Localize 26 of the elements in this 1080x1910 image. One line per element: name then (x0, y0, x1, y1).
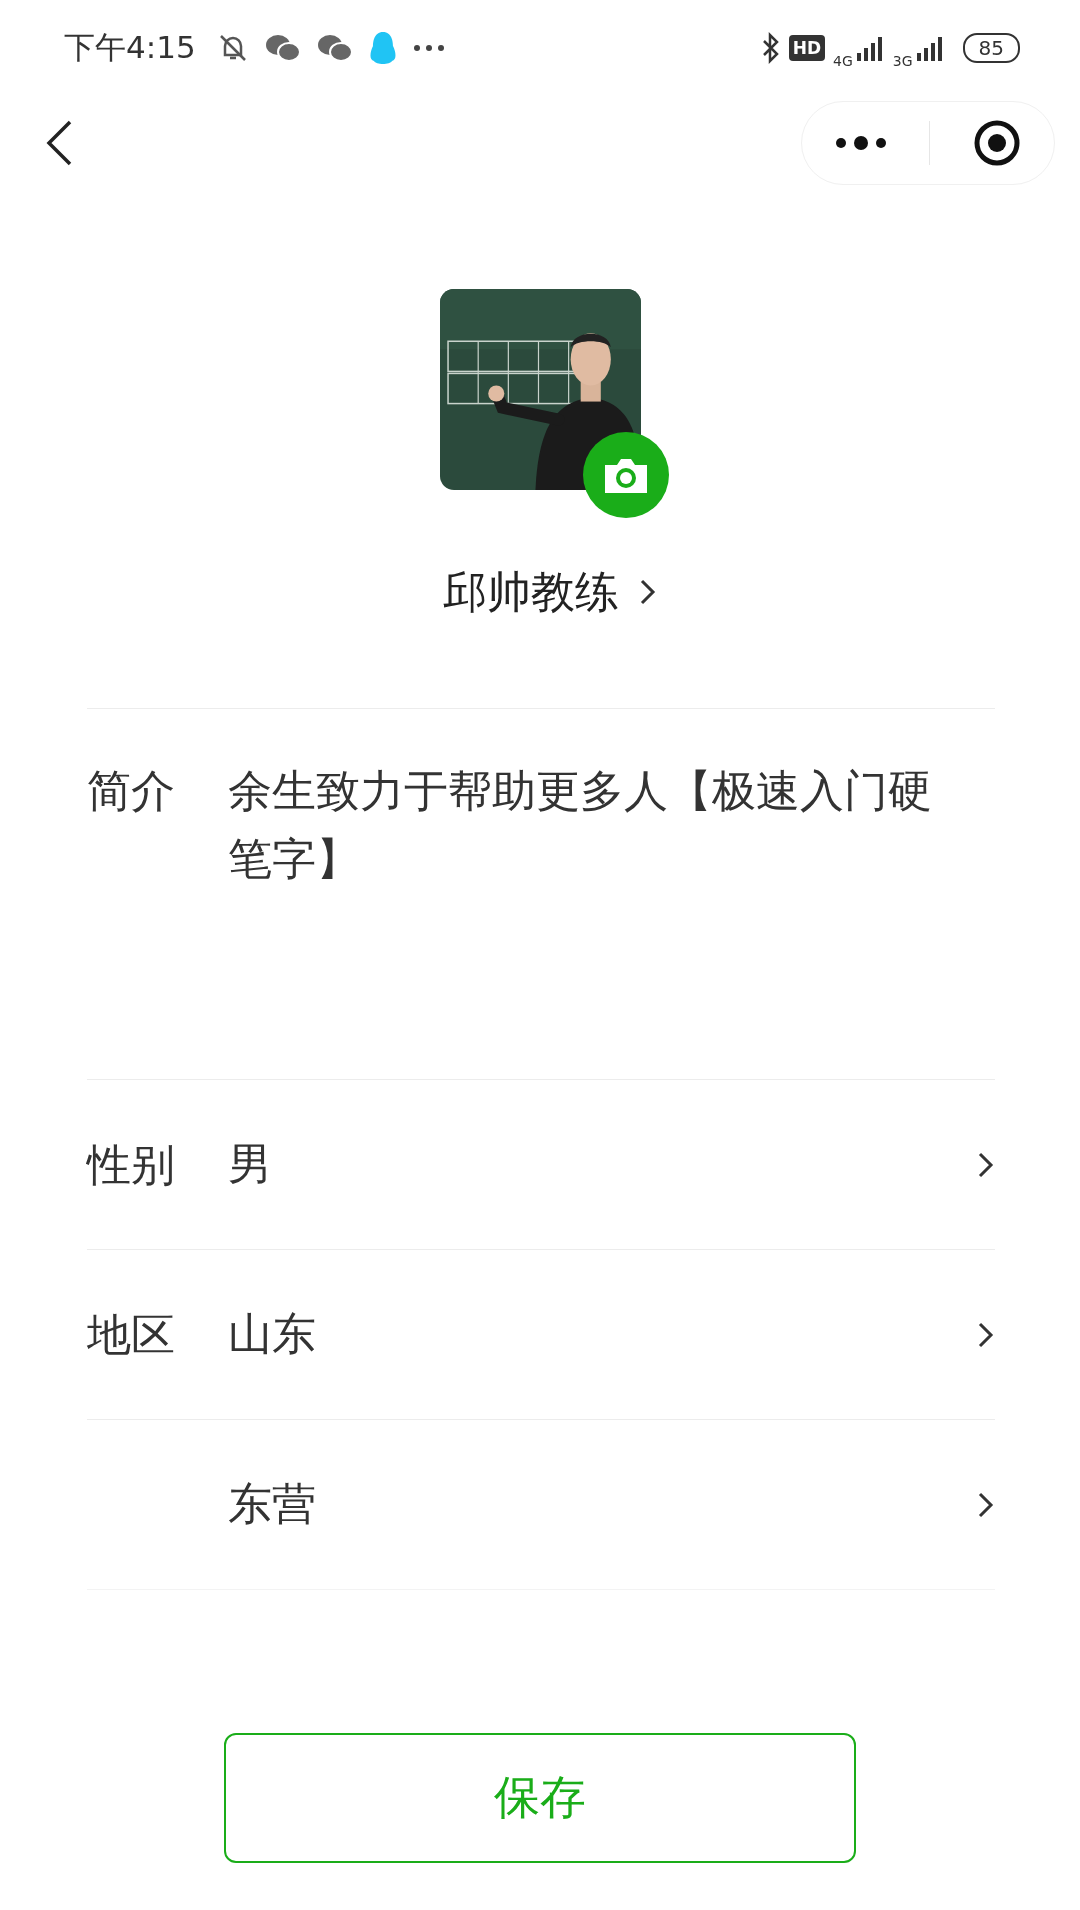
gender-row[interactable]: 性别 男 (87, 1080, 995, 1250)
region-row[interactable]: 地区 山东 (87, 1250, 995, 1420)
chevron-right-icon (977, 1150, 995, 1179)
more-icon (411, 42, 446, 53)
close-target-icon[interactable] (972, 118, 1021, 167)
network-label: 3G (892, 52, 913, 69)
chevron-right-icon (639, 578, 657, 606)
more-icon[interactable] (835, 134, 888, 151)
chevron-right-icon (977, 1320, 995, 1349)
field-label: 简介 (87, 764, 176, 818)
field-label: 地区 (87, 1307, 176, 1362)
field-value: 山东 (228, 1307, 317, 1361)
region-row[interactable]: 东营 (87, 1420, 995, 1590)
field-value: 男 (228, 1137, 273, 1191)
bluetooth-icon (760, 31, 781, 64)
signal-icon (914, 34, 945, 61)
status-time: 下午4:15 (64, 27, 196, 67)
hd-badge: HD (788, 34, 825, 61)
chevron-right-icon (977, 1490, 995, 1519)
signal-icon (854, 34, 885, 61)
profile-name-link[interactable]: 邱帅教练 (20, 562, 1080, 622)
intro-field[interactable]: 余生致力于帮助更多人【极速入门硬笔字】 (228, 757, 948, 1079)
battery-level: 85 (962, 32, 1020, 63)
field-value: 东营 (228, 1477, 317, 1531)
network-label: 4G (833, 52, 853, 69)
field-label: 性别 (87, 1137, 176, 1192)
